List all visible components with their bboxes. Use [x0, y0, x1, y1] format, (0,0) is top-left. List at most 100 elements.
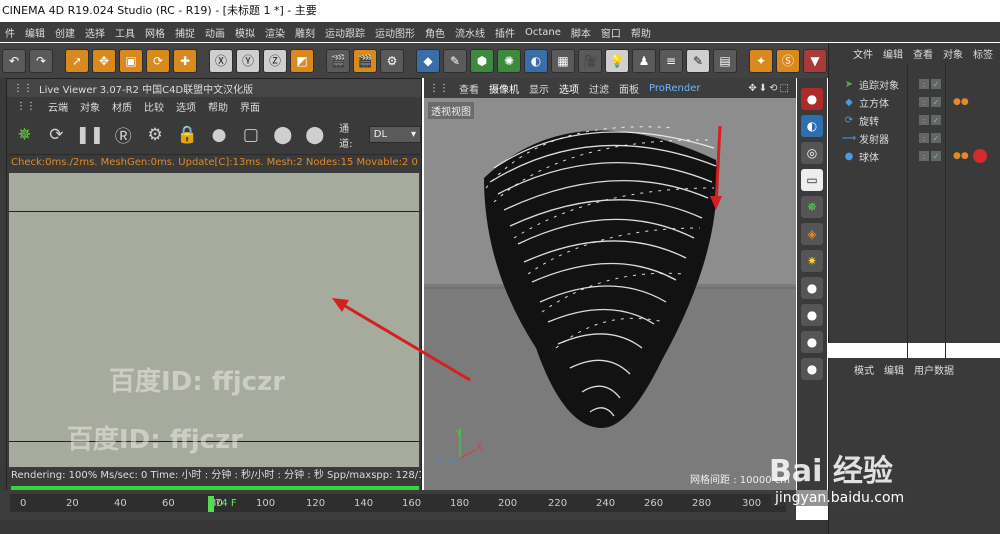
- menu-character[interactable]: 角色: [420, 25, 450, 40]
- lock-icon[interactable]: 🔒: [176, 122, 199, 148]
- menu-simulate[interactable]: 模拟: [230, 25, 260, 40]
- material-ball-icon[interactable]: ●: [208, 122, 231, 148]
- menu-window[interactable]: 窗口: [596, 25, 626, 40]
- material-sphere-icon[interactable]: ●: [801, 304, 823, 326]
- menu-help[interactable]: 帮助: [626, 25, 656, 40]
- frame-icon[interactable]: ▭: [801, 169, 823, 191]
- light-icon[interactable]: 💡: [605, 48, 629, 73]
- tag-icon[interactable]: ●●: [953, 97, 969, 107]
- perspective-viewport[interactable]: Y X Z 透视视图 网格间距 : 10000 cm: [424, 98, 796, 490]
- target-icon[interactable]: ◎: [801, 142, 823, 164]
- menu-tools[interactable]: 工具: [110, 25, 140, 40]
- object-row[interactable]: ➤ 追踪对象 : ✓: [829, 75, 1000, 93]
- object-row[interactable]: ● 球体 : ✓ ●●: [829, 147, 1000, 165]
- z-axis-icon[interactable]: Ⓩ: [263, 48, 287, 73]
- timeline[interactable]: 0 20 40 60 80 100 120 140 160 180 200 22…: [0, 490, 796, 520]
- render-view-icon[interactable]: 🎬: [326, 48, 350, 73]
- lv-menu-materials[interactable]: 材质: [107, 99, 137, 114]
- menu-script[interactable]: 脚本: [566, 25, 596, 40]
- display-mode-icon[interactable]: ◐: [801, 115, 823, 137]
- visibility-flag[interactable]: :: [919, 133, 929, 143]
- restart-icon[interactable]: ⟳: [45, 122, 68, 148]
- visibility-flag[interactable]: :: [919, 79, 929, 89]
- am-menu-user-data[interactable]: 用户数据: [909, 362, 959, 377]
- plugin-icon[interactable]: ▼: [803, 48, 827, 73]
- scale-icon[interactable]: ▣: [119, 48, 143, 73]
- enabled-check-icon[interactable]: ✓: [931, 79, 941, 89]
- lv-menu-compare[interactable]: 比较: [139, 99, 169, 114]
- octane-icon[interactable]: ✦: [749, 48, 773, 73]
- render-picture-icon[interactable]: 🎬: [353, 48, 377, 73]
- vp-menu-options[interactable]: 选项: [554, 81, 584, 96]
- object-row[interactable]: ◆ 立方体 : ✓ ●●: [829, 93, 1000, 111]
- object-row[interactable]: ⟿ 发射器 : ✓: [829, 129, 1000, 147]
- subdivision-icon[interactable]: ⬢: [470, 48, 494, 73]
- array-icon[interactable]: ✺: [497, 48, 521, 73]
- menu-plugins[interactable]: 插件: [490, 25, 520, 40]
- object-row[interactable]: ⟳ 旋转 : ✓: [829, 111, 1000, 129]
- visibility-flag[interactable]: :: [919, 115, 929, 125]
- am-menu-edit[interactable]: 编辑: [879, 362, 909, 377]
- render-queue-icon[interactable]: Ⓢ: [776, 48, 800, 73]
- vp-menu-view[interactable]: 查看: [454, 81, 484, 96]
- vp-menu-display[interactable]: 显示: [524, 81, 554, 96]
- redo-icon[interactable]: ↷: [29, 48, 53, 73]
- pick-focus-icon[interactable]: ⬤: [271, 122, 294, 148]
- channel-select[interactable]: DL ▾: [368, 126, 422, 143]
- x-axis-icon[interactable]: Ⓧ: [209, 48, 233, 73]
- material-sphere-icon[interactable]: ●: [801, 358, 823, 380]
- enabled-check-icon[interactable]: ✓: [931, 97, 941, 107]
- menu-create[interactable]: 创建: [50, 25, 80, 40]
- enabled-check-icon[interactable]: ✓: [931, 151, 941, 161]
- timeline-cursor[interactable]: [208, 496, 214, 512]
- camera-icon[interactable]: 🎥: [578, 48, 602, 73]
- lv-menu-interface[interactable]: 界面: [235, 99, 265, 114]
- vp-menu-panel[interactable]: 面板: [614, 81, 644, 96]
- pen-icon[interactable]: ✎: [443, 48, 467, 73]
- material-tag-icon[interactable]: [972, 149, 987, 163]
- lv-menu-cloud[interactable]: 云端: [43, 99, 73, 114]
- undo-icon[interactable]: ↶: [2, 48, 26, 73]
- om-menu-edit[interactable]: 编辑: [879, 46, 907, 61]
- menu-mesh[interactable]: 网格: [140, 25, 170, 40]
- vp-menu-cameras[interactable]: 摄像机: [484, 81, 524, 96]
- om-menu-tags[interactable]: 标签: [969, 46, 997, 61]
- octane-logo-icon[interactable]: ✵: [13, 122, 36, 148]
- sun-icon[interactable]: ✷: [801, 250, 823, 272]
- menu-file[interactable]: 件: [0, 25, 20, 40]
- visibility-flag[interactable]: :: [919, 97, 929, 107]
- move-icon[interactable]: ✥: [92, 48, 116, 73]
- material-sphere-icon[interactable]: ●: [801, 331, 823, 353]
- menu-animate[interactable]: 动画: [200, 25, 230, 40]
- enabled-check-icon[interactable]: ✓: [931, 133, 941, 143]
- record-icon[interactable]: ●: [801, 88, 823, 110]
- menu-sculpt[interactable]: 雕刻: [290, 25, 320, 40]
- pick-material-icon[interactable]: ⬤: [303, 122, 326, 148]
- om-menu-view[interactable]: 查看: [909, 46, 937, 61]
- floor-icon[interactable]: ▦: [551, 48, 575, 73]
- pause-icon[interactable]: ❚❚: [76, 122, 105, 148]
- menu-mograph[interactable]: 运动图形: [370, 25, 420, 40]
- live-viewer-titlebar[interactable]: ⋮⋮ Live Viewer 3.07-R2 中国C4D联盟中文汉化版: [7, 79, 421, 97]
- region-render-icon[interactable]: Ⓡ: [112, 122, 135, 148]
- material-icon[interactable]: ♟: [632, 48, 656, 73]
- y-axis-icon[interactable]: Ⓨ: [236, 48, 260, 73]
- vp-menu-filter[interactable]: 过滤: [584, 81, 614, 96]
- viewport-nav-icons[interactable]: ✥⬇⟲⬚: [743, 83, 796, 94]
- timeline-scale[interactable]: 0 20 40 60 80 100 120 140 160 180 200 22…: [10, 494, 786, 512]
- om-menu-objects[interactable]: 对象: [939, 46, 967, 61]
- cube-icon[interactable]: ◆: [416, 48, 440, 73]
- menu-edit[interactable]: 编辑: [20, 25, 50, 40]
- live-viewer-canvas[interactable]: 百度ID: ffjczr 百度ID: ffjczr: [9, 173, 419, 467]
- object-tag-icon[interactable]: ◈: [801, 223, 823, 245]
- menu-motion-tracking[interactable]: 运动跟踪: [320, 25, 370, 40]
- menu-octane[interactable]: Octane: [520, 27, 566, 38]
- lv-menu-objects[interactable]: 对象: [75, 99, 105, 114]
- visibility-flag[interactable]: :: [919, 151, 929, 161]
- lv-menu-options[interactable]: 选项: [171, 99, 201, 114]
- vp-menu-prorender[interactable]: ProRender: [644, 83, 705, 94]
- om-menu-file[interactable]: 文件: [849, 46, 877, 61]
- lv-menu-help[interactable]: 帮助: [203, 99, 233, 114]
- add-icon[interactable]: ✚: [173, 48, 197, 73]
- rotate-icon[interactable]: ⟳: [146, 48, 170, 73]
